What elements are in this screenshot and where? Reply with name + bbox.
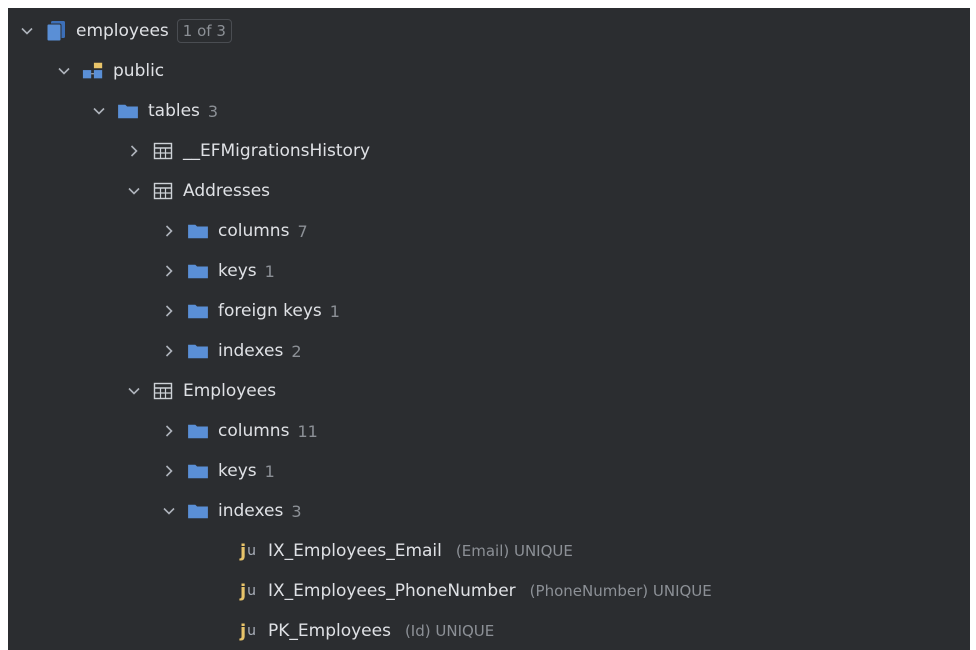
chevron-down-icon[interactable] (16, 20, 38, 42)
tree-node-index-pk[interactable]: ju PK_Employees (Id) UNIQUE (8, 611, 970, 650)
chevron-right-icon[interactable] (158, 460, 180, 482)
tree-node-addresses-keys[interactable]: keys 1 (8, 251, 970, 291)
tree-node-employees-keys[interactable]: keys 1 (8, 451, 970, 491)
folder-icon (116, 100, 140, 122)
database-icon (44, 20, 68, 42)
tree-node-employees-columns[interactable]: columns 11 (8, 411, 970, 451)
database-name: employees (76, 21, 169, 41)
tree-node-table-addresses[interactable]: Addresses (8, 171, 970, 211)
tree-node-index-email[interactable]: ju IX_Employees_Email (Email) UNIQUE (8, 531, 970, 571)
tree-node-addresses-foreign-keys[interactable]: foreign keys 1 (8, 291, 970, 331)
folder-label: indexes (218, 341, 284, 361)
folder-icon (186, 460, 210, 482)
folder-label: columns (218, 421, 290, 441)
tree-node-tables-folder[interactable]: tables 3 (8, 91, 970, 131)
chevron-down-icon[interactable] (123, 380, 145, 402)
folder-count: 11 (297, 421, 318, 441)
chevron-down-icon[interactable] (88, 100, 110, 122)
chevron-right-icon[interactable] (158, 300, 180, 322)
chevron-right-icon[interactable] (158, 420, 180, 442)
index-icon: ju (239, 580, 257, 602)
table-icon (151, 380, 175, 402)
folder-icon (186, 220, 210, 242)
tree-node-table-employees[interactable]: Employees (8, 371, 970, 411)
index-detail: (Id) UNIQUE (404, 622, 495, 640)
folder-count: 7 (297, 221, 308, 241)
folder-count: 2 (291, 341, 302, 361)
chevron-right-icon[interactable] (158, 340, 180, 362)
folder-icon (186, 340, 210, 362)
folder-count: 1 (329, 301, 340, 321)
folder-label: columns (218, 221, 290, 241)
index-icon: ju (239, 540, 257, 562)
folder-label: keys (218, 461, 257, 481)
schema-icon (81, 60, 105, 82)
chevron-down-icon[interactable] (123, 180, 145, 202)
table-name: __EFMigrationsHistory (183, 141, 371, 161)
index-name: IX_Employees_Email (268, 541, 442, 561)
tree-node-table-efmigrationshistory[interactable]: __EFMigrationsHistory (8, 131, 970, 171)
tree-node-addresses-columns[interactable]: columns 7 (8, 211, 970, 251)
index-detail: (Email) UNIQUE (455, 542, 573, 560)
folder-label: keys (218, 261, 257, 281)
tree-node-addresses-indexes[interactable]: indexes 2 (8, 331, 970, 371)
tree-node-employees-indexes[interactable]: indexes 3 (8, 491, 970, 531)
table-icon (151, 180, 175, 202)
table-name: Addresses (183, 181, 271, 201)
tree-node-index-phonenumber[interactable]: ju IX_Employees_PhoneNumber (PhoneNumber… (8, 571, 970, 611)
folder-count: 3 (291, 501, 302, 521)
table-name: Employees (183, 381, 277, 401)
folder-count: 1 (264, 261, 275, 281)
tables-label: tables (148, 101, 200, 121)
tables-count: 3 (207, 101, 219, 121)
folder-count: 1 (264, 461, 275, 481)
database-explorer-tree: employees 1 of 3 public tables 3 __EFMig… (8, 8, 970, 650)
index-detail: (PhoneNumber) UNIQUE (529, 582, 712, 600)
chevron-down-icon[interactable] (158, 500, 180, 522)
folder-icon (186, 420, 210, 442)
index-icon: ju (239, 620, 257, 642)
folder-icon (186, 300, 210, 322)
folder-label: indexes (218, 501, 284, 521)
index-name: IX_Employees_PhoneNumber (268, 581, 516, 601)
chevron-down-icon[interactable] (53, 60, 75, 82)
database-badge[interactable]: 1 of 3 (176, 19, 232, 43)
schema-name: public (113, 61, 165, 81)
folder-icon (186, 500, 210, 522)
tree-node-database-employees[interactable]: employees 1 of 3 (8, 11, 970, 51)
folder-label: foreign keys (218, 301, 322, 321)
table-icon (151, 140, 175, 162)
index-name: PK_Employees (268, 621, 391, 641)
chevron-right-icon[interactable] (158, 260, 180, 282)
folder-icon (186, 260, 210, 282)
tree-node-schema-public[interactable]: public (8, 51, 970, 91)
chevron-right-icon[interactable] (123, 140, 145, 162)
chevron-right-icon[interactable] (158, 220, 180, 242)
